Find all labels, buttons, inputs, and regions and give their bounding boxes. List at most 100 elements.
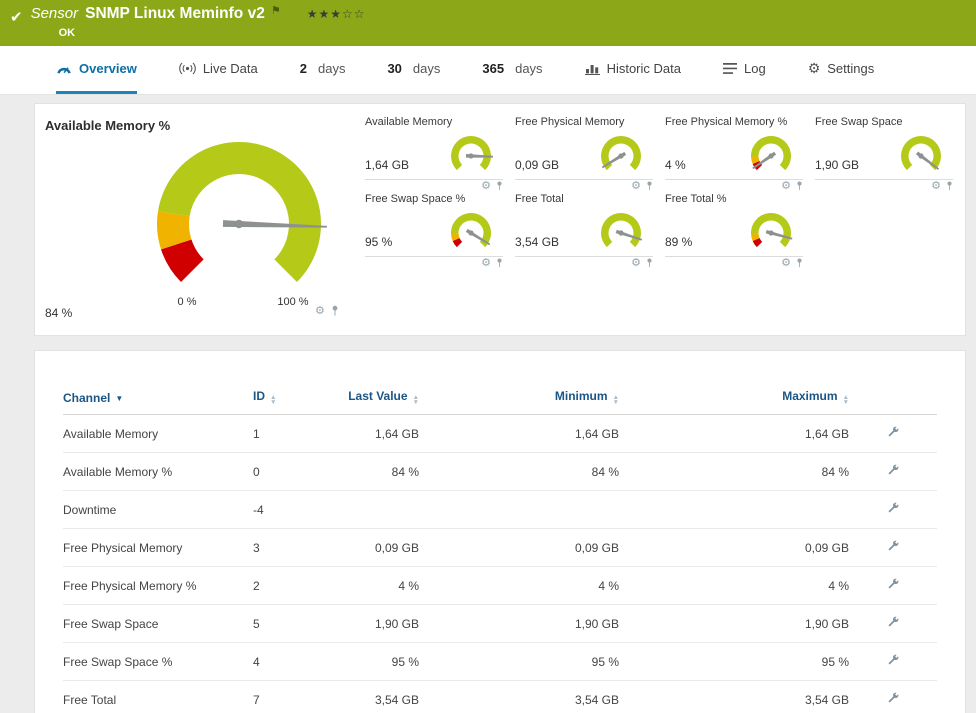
channel-settings-icon[interactable] (886, 425, 900, 442)
channel-table: Channel ▼ ID ▲ ▼ Last Value ▲ ▼ Minimum ▲ ▼ Max… (63, 381, 937, 713)
mini-gauge-label: Free Swap Space (815, 116, 903, 128)
channel-settings-icon[interactable] (886, 691, 900, 708)
pin-icon[interactable] (496, 181, 503, 191)
sort-icon: ▲ ▼ (412, 394, 419, 406)
pin-icon[interactable] (946, 181, 953, 191)
channel-id-cell: 4 (253, 642, 319, 681)
channel-settings-icon[interactable] (886, 615, 900, 632)
tab-historic-data[interactable]: Historic Data (584, 46, 681, 94)
channel-settings-icon[interactable] (886, 539, 900, 556)
minimum-cell: 1,64 GB (419, 414, 619, 453)
channels-panel: Channel ▼ ID ▲ ▼ Last Value ▲ ▼ Minimum ▲ ▼ Max… (34, 350, 966, 713)
minimum-cell: 0,09 GB (419, 528, 619, 567)
gear-icon[interactable]: ⚙ (781, 180, 791, 192)
gear-icon[interactable]: ⚙ (315, 305, 325, 317)
pin-icon[interactable] (646, 181, 653, 191)
gear-icon[interactable]: ⚙ (631, 180, 641, 192)
tab-overview[interactable]: Overview (56, 46, 137, 94)
table-row: Available Memory 1 1,64 GB 1,64 GB 1,64 … (63, 414, 937, 453)
tab-label: days (515, 61, 543, 76)
tab-2-days[interactable]: 2 days (300, 46, 346, 94)
sensor-title: SNMP Linux Meminfo v2 (85, 5, 265, 22)
stars-filled: ★★★ (306, 7, 342, 21)
stars-empty: ☆☆ (341, 7, 366, 21)
tab-label: days (412, 61, 441, 76)
bar-chart-icon (584, 63, 600, 75)
column-header-maximum[interactable]: Maximum ▲ ▼ (619, 381, 849, 415)
mini-gauge-dial (750, 212, 793, 248)
gear-icon[interactable]: ⚙ (481, 180, 491, 192)
tab-number: 30 (387, 61, 402, 76)
column-header-last-value[interactable]: Last Value ▲ ▼ (319, 381, 419, 415)
gear-icon[interactable]: ⚙ (781, 257, 791, 269)
last-value-cell: 84 % (319, 452, 419, 491)
mini-gauge-free-physical-memory: Free Physical Memory 0,09 GB ⚙ (515, 116, 653, 192)
mini-gauge-dial (901, 135, 941, 171)
channel-id-cell: 7 (253, 680, 319, 713)
channel-id-cell: 2 (253, 566, 319, 605)
gear-icon[interactable]: ⚙ (931, 180, 941, 192)
maximum-cell: 0,09 GB (619, 528, 849, 567)
table-row: Free Swap Space % 4 95 % 95 % 95 % (63, 642, 937, 681)
tab-number: 365 (482, 61, 505, 76)
tab-label: Historic Data (606, 61, 681, 76)
pin-icon[interactable] (496, 258, 503, 268)
gear-icon[interactable]: ⚙ (481, 257, 491, 269)
column-header-channel[interactable]: Channel ▼ (63, 381, 253, 415)
table-row: Free Total 7 3,54 GB 3,54 GB 3,54 GB (63, 680, 937, 713)
maximum-cell: 1,64 GB (619, 414, 849, 453)
tab-log[interactable]: Log (722, 46, 766, 94)
maximum-cell: 3,54 GB (619, 680, 849, 713)
pin-icon[interactable] (646, 258, 653, 268)
channel-name-cell: Available Memory % (63, 452, 253, 491)
channel-name-cell: Free Swap Space (63, 604, 253, 643)
tab-label: Live Data (202, 61, 258, 76)
column-header-id[interactable]: ID ▲ ▼ (253, 381, 319, 415)
column-header-minimum[interactable]: Minimum ▲ ▼ (419, 381, 619, 415)
minimum-cell: 1,90 GB (419, 604, 619, 643)
mini-gauge-free-swap-space: Free Swap Space 1,90 GB ⚙ (815, 116, 953, 192)
pin-icon[interactable] (796, 258, 803, 268)
last-value-cell: 1,64 GB (319, 414, 419, 453)
table-row: Free Physical Memory % 2 4 % 4 % 4 % (63, 566, 937, 605)
channel-settings-icon[interactable] (886, 501, 900, 518)
sensor-header: ✔ Sensor SNMP Linux Meminfo v2 ⚑ ★★★☆☆ O… (0, 0, 976, 46)
mini-gauge-free-physical-memory-pct: Free Physical Memory % 4 % ⚙ (665, 116, 803, 192)
column-header-actions (849, 381, 937, 415)
channel-id-cell: 5 (253, 604, 319, 643)
tab-365-days[interactable]: 365 days (482, 46, 542, 94)
priority-stars[interactable]: ★★★☆☆ (307, 7, 366, 21)
mini-gauge-dial (750, 135, 791, 171)
gauge-icon (56, 62, 72, 75)
tab-30-days[interactable]: 30 days (387, 46, 440, 94)
table-row: Downtime -4 (63, 490, 937, 529)
mini-gauge-value: 95 % (365, 235, 393, 249)
tab-live-data[interactable]: Live Data (179, 46, 258, 94)
mini-gauge-free-swap-space-pct: Free Swap Space % 95 % ⚙ (365, 193, 503, 269)
mini-gauge-label: Free Physical Memory % (665, 116, 788, 128)
channel-id-cell: 3 (253, 528, 319, 567)
pin-icon[interactable] (796, 181, 803, 191)
gear-icon[interactable]: ⚙ (631, 257, 641, 269)
gear-icon: ⚙ (807, 60, 821, 76)
tab-settings[interactable]: ⚙ Settings (808, 46, 875, 94)
channel-settings-icon[interactable] (886, 577, 900, 594)
last-value-cell (319, 490, 419, 529)
channel-id-cell: 1 (253, 414, 319, 453)
channel-settings-icon[interactable] (886, 463, 900, 480)
gauge-min-label: 0 % (177, 296, 197, 308)
last-value-cell: 95 % (319, 642, 419, 681)
minimum-cell: 95 % (419, 642, 619, 681)
tab-label: Log (743, 61, 766, 76)
mini-gauge-label: Free Total % (665, 193, 727, 205)
live-data-icon (179, 62, 196, 75)
mini-gauge-value: 4 % (665, 158, 686, 172)
gauges-panel: Available Memory % 0 % 100 % 84 % ⚙ Avai… (34, 103, 966, 336)
maximum-cell: 1,90 GB (619, 604, 849, 643)
minimum-cell: 4 % (419, 566, 619, 605)
pin-icon[interactable] (331, 305, 339, 317)
minimum-cell (419, 490, 619, 529)
channel-settings-icon[interactable] (886, 653, 900, 670)
priority-flag-icon[interactable]: ⚑ (271, 4, 281, 17)
table-row: Available Memory % 0 84 % 84 % 84 % (63, 452, 937, 491)
